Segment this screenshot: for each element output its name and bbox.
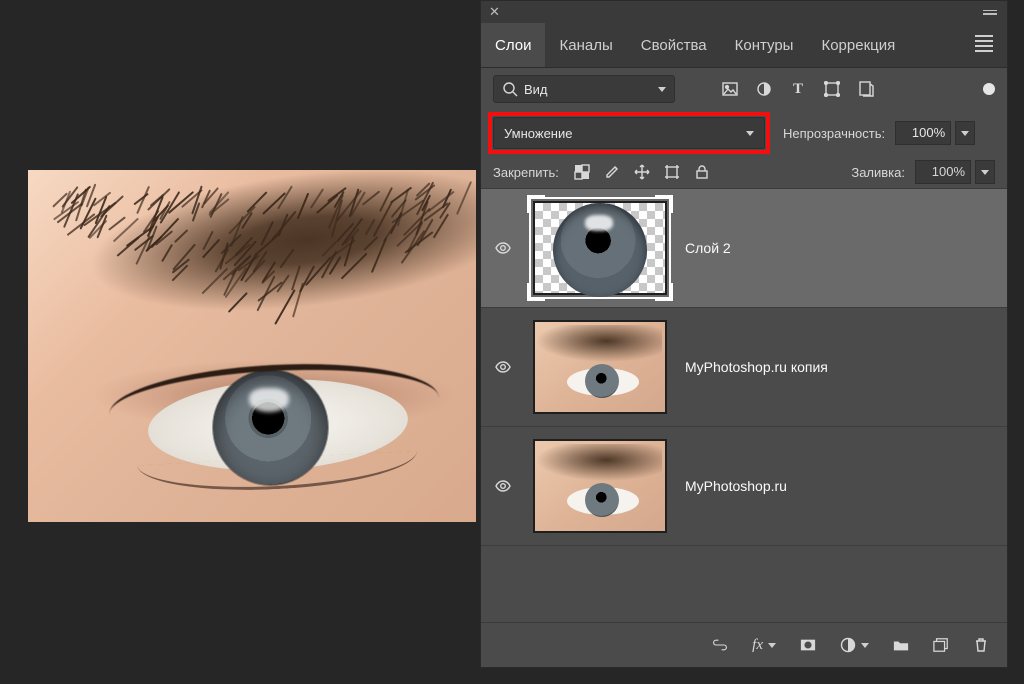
layer-row[interactable]: Слой 2 (481, 189, 1007, 308)
visibility-toggle[interactable] (495, 240, 515, 256)
blend-mode-value: Умножение (504, 126, 572, 141)
opacity-field[interactable]: 100% (895, 121, 975, 145)
blend-row: Умножение Непрозрачность: 100% (481, 110, 1007, 156)
shape-icon[interactable] (823, 80, 841, 98)
layer-filter-dropdown[interactable]: Вид (493, 75, 675, 103)
smart-icon[interactable] (857, 80, 875, 98)
lock-move-icon[interactable] (633, 163, 651, 181)
panel-footer: fx (481, 622, 1007, 667)
link-icon[interactable] (712, 637, 728, 653)
tab-коррекция[interactable]: Коррекция (807, 23, 909, 67)
filter-row: Вид T (481, 68, 1007, 110)
layer-row[interactable]: MyPhotoshop.ru копия (481, 308, 1007, 427)
opacity-value: 100% (895, 121, 951, 145)
panel-menu-button[interactable] (961, 32, 1007, 58)
mask-icon[interactable] (800, 637, 816, 653)
layers-panel: ✕ СлоиКаналыСвойстваКонтурыКоррекция Вид… (480, 0, 1008, 668)
layer-name[interactable]: Слой 2 (685, 240, 731, 256)
visibility-toggle[interactable] (495, 359, 515, 375)
visibility-toggle[interactable] (495, 478, 515, 494)
layer-name[interactable]: MyPhotoshop.ru копия (685, 359, 828, 375)
close-icon[interactable]: ✕ (489, 4, 500, 20)
blend-mode-dropdown[interactable]: Умножение (493, 117, 765, 149)
adjustment-icon[interactable] (840, 637, 869, 653)
filter-toggle[interactable] (983, 83, 995, 95)
layer-thumbnail[interactable] (533, 439, 667, 533)
text-icon[interactable]: T (789, 80, 807, 98)
layer-type-filters: T (721, 80, 875, 98)
fx-icon[interactable]: fx (752, 637, 776, 654)
search-icon (502, 81, 518, 97)
image-icon[interactable] (721, 80, 739, 98)
chevron-down-icon (658, 87, 666, 92)
lock-all-icon[interactable] (693, 163, 711, 181)
layer-thumbnail[interactable] (533, 320, 667, 414)
chevron-down-icon (746, 131, 754, 136)
layer-thumbnail[interactable] (533, 201, 667, 295)
opacity-label: Непрозрачность: (783, 126, 885, 141)
layer-name[interactable]: MyPhotoshop.ru (685, 478, 787, 494)
tab-слои[interactable]: Слои (481, 23, 545, 67)
trash-icon[interactable] (973, 637, 989, 653)
layers-list: Слой 2 MyPhotoshop.ru копия MyPhotoshop.ru (481, 188, 1007, 622)
tab-свойства[interactable]: Свойства (627, 23, 721, 67)
lock-row: Закрепить: Заливка: 100% (481, 156, 1007, 188)
panel-titlebar: ✕ (481, 1, 1007, 23)
fill-field[interactable]: 100% (915, 160, 995, 184)
group-icon[interactable] (893, 637, 909, 653)
panel-tabs: СлоиКаналыСвойстваКонтурыКоррекция (481, 23, 1007, 68)
layer-row[interactable]: MyPhotoshop.ru (481, 427, 1007, 546)
new-layer-icon[interactable] (933, 637, 949, 653)
opacity-stepper[interactable] (955, 121, 975, 145)
collapse-icon[interactable] (983, 8, 999, 17)
adjust-icon[interactable] (755, 80, 773, 98)
tab-контуры[interactable]: Контуры (721, 23, 808, 67)
document-canvas[interactable] (28, 170, 476, 522)
fill-stepper[interactable] (975, 160, 995, 184)
lock-brush-icon[interactable] (603, 163, 621, 181)
tab-каналы[interactable]: Каналы (545, 23, 626, 67)
fill-label: Заливка: (851, 165, 905, 180)
lock-label: Закрепить: (493, 165, 559, 180)
lock-pixels-icon[interactable] (573, 163, 591, 181)
fill-value: 100% (915, 160, 971, 184)
filter-label: Вид (524, 82, 548, 97)
lock-artboard-icon[interactable] (663, 163, 681, 181)
